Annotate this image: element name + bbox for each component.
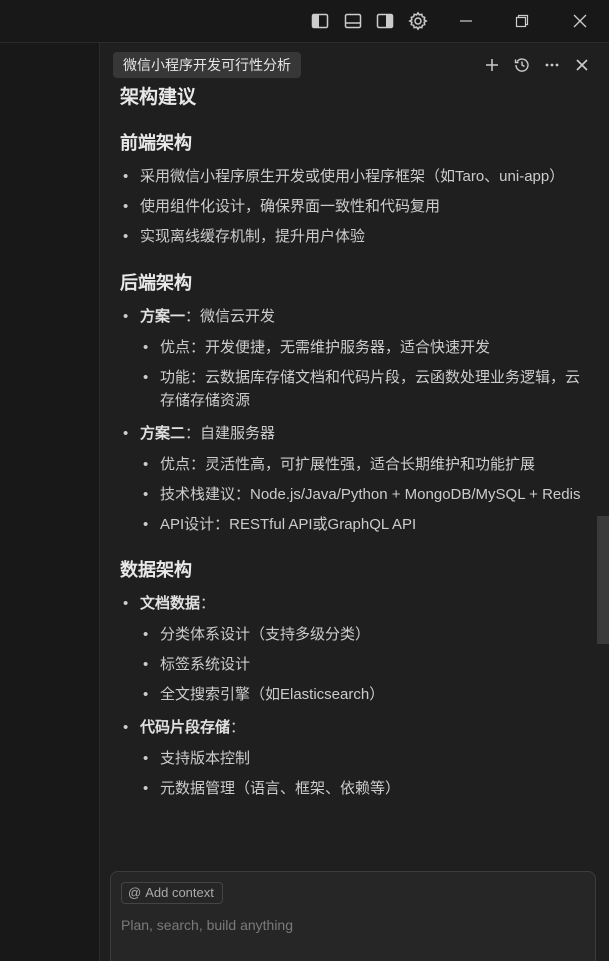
close-icon [576, 59, 588, 71]
plan-label: 方案二 [140, 425, 186, 442]
add-context-button[interactable]: @ Add context [121, 882, 223, 904]
list-item: 代码片段存储： [120, 716, 585, 739]
data-text: ： [200, 595, 216, 612]
plus-icon [486, 59, 498, 71]
list-item: 标签系统设计 [120, 653, 585, 676]
list-item: 功能：云数据库存储文档和代码片段，云函数处理业务逻辑，云存储存储资源 [120, 366, 585, 412]
chat-tab[interactable]: 微信小程序开发可行性分析 [113, 52, 301, 78]
scrollbar-thumb[interactable] [597, 516, 609, 644]
new-chat-button[interactable] [482, 55, 502, 75]
title-bar [0, 0, 609, 43]
data-text: ： [230, 719, 246, 736]
list-item: 优点：开发便捷，无需维护服务器，适合快速开发 [120, 336, 585, 359]
list-item: 文档数据： [120, 592, 585, 615]
sidebar-left-icon [311, 13, 329, 29]
minimize-icon [460, 20, 472, 22]
window-close-button[interactable] [568, 9, 592, 33]
add-context-label: Add context [145, 885, 214, 900]
heading-backend: 后端架构 [120, 273, 192, 293]
list-item: API设计：RESTful API或GraphQL API [120, 513, 585, 536]
more-actions-button[interactable] [542, 55, 562, 75]
toggle-panel-button[interactable] [341, 9, 365, 33]
close-icon [573, 14, 587, 28]
toggle-secondary-sidebar-button[interactable] [373, 9, 397, 33]
chat-header: 微信小程序开发可行性分析 [100, 43, 609, 87]
data-label: 代码片段存储 [140, 719, 231, 736]
close-panel-button[interactable] [572, 55, 592, 75]
data-list: 文档数据： 分类体系设计（支持多级分类） 标签系统设计 全文搜索引擎（如Elas… [120, 592, 585, 800]
composer-input[interactable] [121, 914, 581, 936]
list-item: 支持版本控制 [120, 747, 585, 770]
backend-list: 方案一：微信云开发 优点：开发便捷，无需维护服务器，适合快速开发 功能：云数据库… [120, 305, 585, 536]
data-label: 文档数据 [140, 595, 201, 612]
restore-icon [515, 14, 529, 28]
minimize-button[interactable] [454, 9, 478, 33]
plan-text: ：自建服务器 [185, 425, 276, 442]
list-item: 采用微信小程序原生开发或使用小程序框架（如Taro、uni-app） [120, 165, 585, 188]
history-icon [514, 58, 529, 72]
list-item: 方案一：微信云开发 [120, 305, 585, 328]
chat-panel: 微信小程序开发可行性分析 架构建议 前端架构 • 采用微信小程序原生开发或使用小… [100, 43, 609, 961]
assistant-message: 架构建议 前端架构 采用微信小程序原生开发或使用小程序框架（如Taro、uni-… [120, 83, 585, 800]
restore-button[interactable] [510, 9, 534, 33]
frontend-list: 采用微信小程序原生开发或使用小程序框架（如Taro、uni-app） 使用组件化… [120, 165, 585, 248]
history-button[interactable] [512, 55, 532, 75]
list-item: 优点：灵活性高，可扩展性强，适合长期维护和功能扩展 [120, 453, 585, 476]
list-item: 元数据管理（语言、框架、依赖等） [120, 777, 585, 800]
heading-architecture: 架构建议 [120, 87, 197, 108]
settings-button[interactable] [406, 9, 430, 33]
toggle-primary-sidebar-button[interactable] [308, 9, 332, 33]
list-item: 实现离线缓存机制，提升用户体验 [120, 225, 585, 248]
more-icon [545, 63, 559, 67]
at-icon: @ [128, 885, 142, 900]
plan-text: ：微信云开发 [185, 308, 276, 325]
plan-label: 方案一 [140, 308, 186, 325]
list-item: 分类体系设计（支持多级分类） [120, 623, 585, 646]
heading-frontend: 前端架构 [120, 133, 192, 153]
list-item: 方案二：自建服务器 [120, 422, 585, 445]
panel-bottom-icon [344, 13, 362, 29]
composer: @ Add context [110, 871, 596, 961]
list-item: 使用组件化设计，确保界面一致性和代码复用 [120, 195, 585, 218]
list-item: 全文搜索引擎（如Elasticsearch） [120, 683, 585, 706]
editor-gutter [0, 43, 100, 961]
list-item: 技术栈建议：Node.js/Java/Python + MongoDB/MySQ… [120, 483, 585, 506]
heading-data: 数据架构 [120, 560, 192, 580]
gear-icon [408, 11, 428, 31]
sidebar-right-icon [376, 13, 394, 29]
